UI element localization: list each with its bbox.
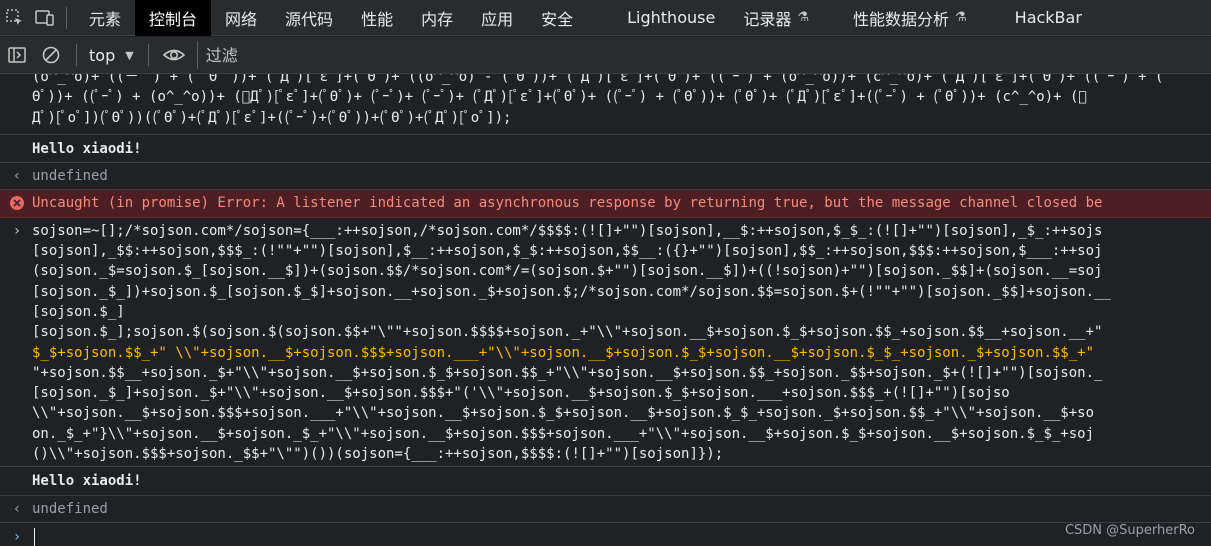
tab-performance-insights[interactable]: 性能数据分析 ⚗	[823, 0, 981, 36]
tab-lighthouse[interactable]: Lighthouse	[613, 0, 729, 36]
tab-label: 性能	[361, 9, 394, 29]
tab-elements[interactable]: 元素	[75, 0, 135, 36]
code-line: sojson=~[];/*sojson.com*/sojson={___:++s…	[32, 222, 1103, 239]
code-line: ()\\"+sojson.$$$+sojson._$$+"\"")())(soj…	[32, 446, 724, 463]
tab-label: 应用	[481, 9, 514, 29]
tab-label: 元素	[89, 9, 122, 29]
live-expression-button[interactable]	[157, 37, 191, 74]
input-prompt-icon: ›	[12, 222, 22, 239]
clear-console-button[interactable]	[34, 37, 68, 74]
watermark: CSDN @SuperherRo	[1064, 523, 1195, 538]
context-selector[interactable]: top ▼	[85, 46, 140, 65]
text-caret	[34, 527, 35, 546]
tab-recorder[interactable]: 记录器 ⚗	[729, 0, 823, 36]
tab-hackbar[interactable]: HackBar	[981, 0, 1096, 36]
tab-label: 网络	[225, 9, 258, 29]
result-text: undefined	[32, 500, 108, 517]
tab-label: 源代码	[285, 9, 334, 29]
eye-icon	[162, 49, 185, 61]
console-log-message: Hello xiaodi!	[0, 135, 1211, 164]
code-line: [sojson],_$$:++sojson,$$$_:(!""+"")[sojs…	[32, 243, 1103, 260]
context-label: top	[89, 45, 116, 65]
tab-separator	[66, 6, 67, 29]
tab-label: Lighthouse	[627, 8, 716, 27]
console-message: (o^_^o)+ ((－゜) + (゜Θ゜))+ (ﾟДﾟ)[ﾟεﾟ]+(ﾟΘﾟ…	[0, 74, 1211, 135]
tab-label: 性能数据分析	[852, 9, 949, 29]
tab-memory[interactable]: 内存	[407, 0, 467, 36]
toolbar-separator	[147, 44, 149, 66]
console-error-message: Uncaught (in promise) Error: A listener …	[0, 190, 1211, 218]
tab-application[interactable]: 应用	[467, 0, 527, 36]
experiment-flask-icon: ⚗	[955, 10, 967, 25]
code-line: "+sojson.$$__+sojson._$+"\\"+sojson.__$+…	[32, 364, 1103, 381]
toolbar-separator	[76, 44, 77, 66]
result-arrow-icon: ‹	[12, 168, 22, 185]
prompt-chevron-icon: ›	[12, 528, 22, 545]
log-text: Hello xiaodi!	[32, 140, 142, 157]
inspect-element-icon[interactable]	[0, 0, 30, 36]
console-prompt[interactable]: ›	[0, 523, 1211, 546]
code-line: [sojson._$_]+sojson._$+"\\"+sojson.__$+s…	[32, 385, 1010, 402]
tab-label: 安全	[541, 9, 574, 29]
result-arrow-icon: ‹	[12, 500, 22, 517]
show-sidebar-button[interactable]	[0, 37, 34, 74]
code-line: [sojson.$_]	[32, 303, 125, 320]
code-line: $_$+sojson.$$_+" \\"+sojson.__$+sojson.$…	[32, 344, 1095, 361]
console-output: (o^_^o)+ ((－゜) + (゜Θ゜))+ (ﾟДﾟ)[ﾟεﾟ]+(ﾟΘﾟ…	[0, 74, 1211, 546]
code-line: Θﾟ))+ ((ﾟｰﾟ) + (o^_^o))+ (ﾟДﾟ)[ﾟεﾟ]+(ﾟΘﾟ…	[32, 89, 1087, 106]
clear-icon	[42, 46, 60, 64]
tab-sources[interactable]: 源代码	[271, 0, 347, 36]
code-line: [sojson._$_])+sojson.$_[sojson.$_$]+sojs…	[32, 283, 1111, 300]
tab-network[interactable]: 网络	[211, 0, 271, 36]
console-result-message: ‹ undefined	[0, 163, 1211, 191]
console-result-message: ‹ undefined	[0, 496, 1211, 523]
tab-label: 控制台	[149, 9, 198, 29]
log-text: Hello xiaodi!	[32, 473, 142, 490]
filter-input[interactable]	[203, 44, 508, 66]
console-log-message: Hello xiaodi!	[0, 467, 1211, 496]
code-line: \\"+sojson.__$+sojson.$$$+sojson.___+"\\…	[32, 405, 1095, 422]
devtools-tab-bar: 元素 控制台 网络 源代码 性能 内存 应用 安全 Lighthouse 记录器…	[0, 0, 1211, 36]
console-toolbar: top ▼	[0, 37, 1211, 74]
device-toolbar-icon[interactable]	[30, 0, 60, 36]
error-icon	[8, 193, 26, 213]
filter-box	[196, 41, 1211, 69]
sidebar-icon	[8, 47, 26, 63]
tab-console[interactable]: 控制台	[135, 0, 212, 36]
tab-security[interactable]: 安全	[527, 0, 613, 36]
code-line: [sojson.$_];sojson.$(sojson.$(sojson.$$+…	[32, 324, 1103, 341]
code-line: (o^_^o)+ ((－゜) + (゜Θ゜))+ (ﾟДﾟ)[ﾟεﾟ]+(ﾟΘﾟ…	[32, 74, 1171, 85]
code-line: Дﾟ)[ﾟoﾟ])(ﾟΘﾟ))((ﾟΘﾟ)+(ﾟДﾟ)[ﾟεﾟ]+((ﾟｰﾟ)+…	[32, 109, 512, 126]
tab-label: HackBar	[1014, 8, 1082, 27]
error-text: Uncaught (in promise) Error: A listener …	[32, 195, 1103, 212]
tab-label: 内存	[421, 9, 454, 29]
console-input-message: › sojson=~[];/*sojson.com*/sojson={___:+…	[0, 218, 1211, 468]
dropdown-arrow-icon: ▼	[125, 48, 134, 62]
tab-performance[interactable]: 性能	[347, 0, 407, 36]
experiment-flask-icon: ⚗	[797, 10, 809, 25]
tab-label: 记录器	[743, 9, 792, 29]
result-text: undefined	[32, 168, 108, 185]
code-line: (sojson._$=sojson.$_[sojson.__$])+(sojso…	[32, 263, 1103, 280]
code-line: on._$_+"}\\"+sojson.__$+sojson._$_+"\\"+…	[32, 425, 1095, 442]
